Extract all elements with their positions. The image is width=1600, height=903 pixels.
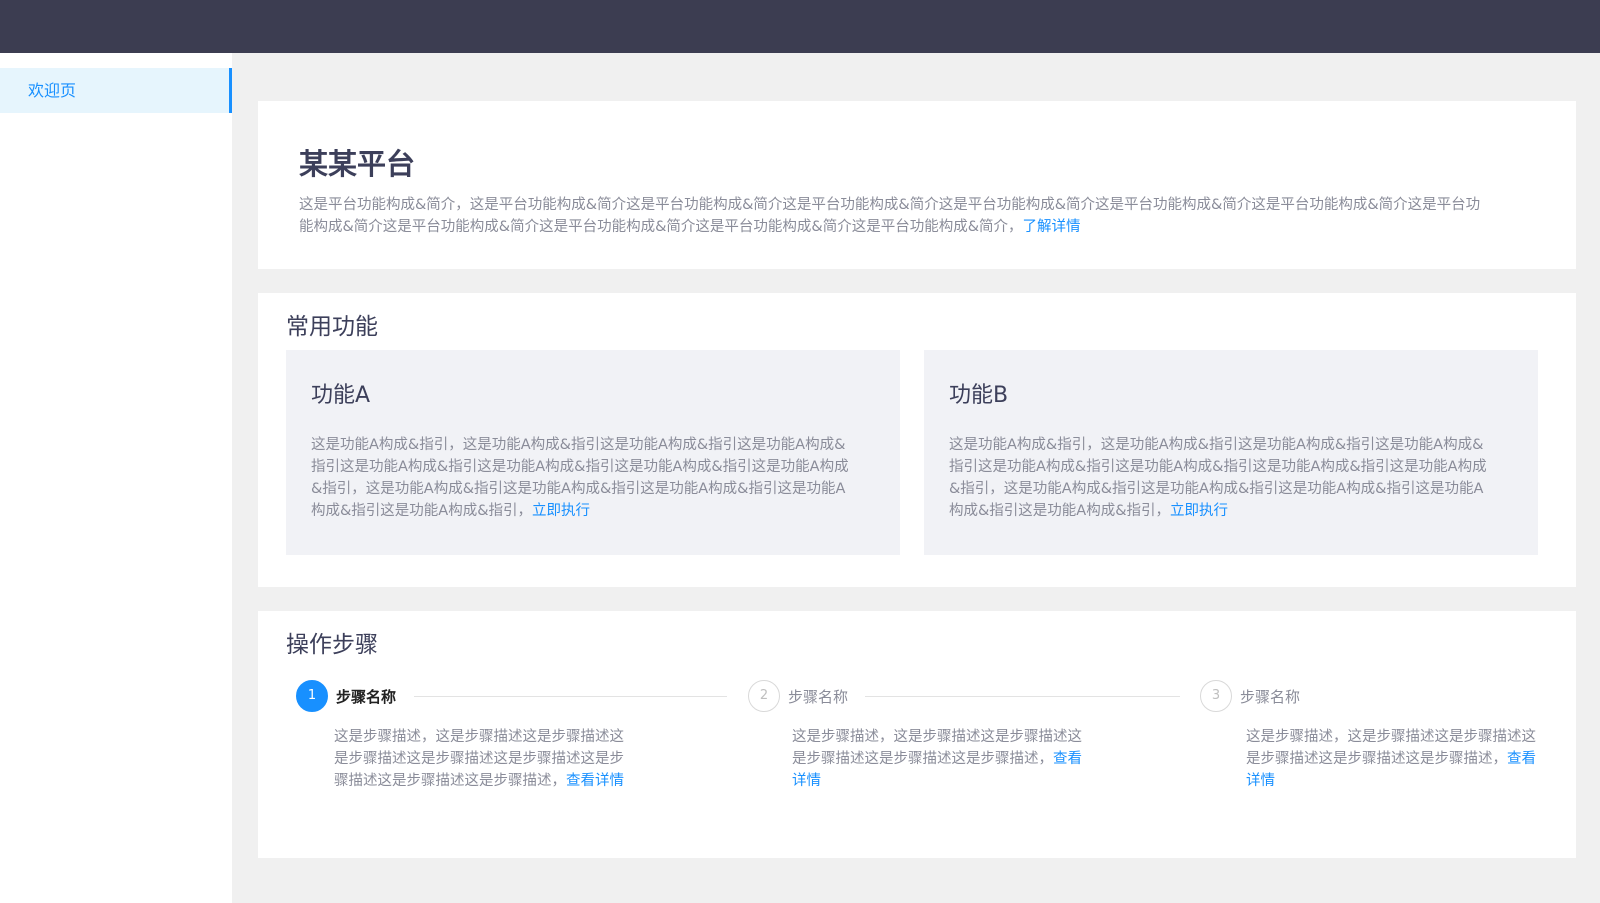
section-title-steps: 操作步骤: [286, 632, 378, 658]
execute-now-link[interactable]: 立即执行: [532, 503, 590, 519]
view-details-link[interactable]: 查看详情: [566, 773, 624, 789]
step-number-badge: 1: [296, 680, 328, 712]
learn-more-link[interactable]: 了解详情: [1023, 219, 1081, 235]
page-title: 某某平台: [299, 147, 416, 181]
step-text: 这是步骤描述，这是步骤描述这是步骤描述这是步骤描述这是步骤描述这是步骤描述，: [1246, 729, 1536, 767]
step-description: 这是步骤描述，这是步骤描述这是步骤描述这是步骤描述这是步骤描述这是步骤描述，查看…: [1246, 726, 1536, 792]
function-card-description: 这是功能A构成&指引，这是功能A构成&指引这是功能A构成&指引这是功能A构成&指…: [311, 434, 856, 522]
function-card-a: 功能A 这是功能A构成&指引，这是功能A构成&指引这是功能A构成&指引这是功能A…: [286, 350, 900, 555]
step-description: 这是步骤描述，这是步骤描述这是步骤描述这是步骤描述这是步骤描述这是步骤描述这是步…: [334, 726, 624, 792]
step-name: 步骤名称: [788, 688, 849, 706]
execute-now-link[interactable]: 立即执行: [1170, 503, 1228, 519]
intro-card: 某某平台 这是平台功能构成&简介，这是平台功能构成&简介这是平台功能构成&简介这…: [258, 101, 1576, 269]
intro-description: 这是平台功能构成&简介，这是平台功能构成&简介这是平台功能构成&简介这是平台功能…: [299, 194, 1494, 238]
sidebar-item-welcome[interactable]: 欢迎页: [0, 68, 232, 113]
step-connector-line: [865, 696, 1180, 697]
common-functions-card: 常用功能 功能A 这是功能A构成&指引，这是功能A构成&指引这是功能A构成&指引…: [258, 293, 1576, 587]
step-connector-line: [414, 696, 727, 697]
step-number-badge: 2: [748, 680, 780, 712]
intro-text: 这是平台功能构成&简介，这是平台功能构成&简介这是平台功能构成&简介这是平台功能…: [299, 197, 1481, 235]
sidebar: 欢迎页: [0, 53, 232, 903]
function-card-title: 功能A: [311, 383, 371, 408]
top-bar: [0, 0, 1600, 53]
step-text: 这是步骤描述，这是步骤描述这是步骤描述这是步骤描述这是步骤描述这是步骤描述，: [792, 729, 1082, 767]
step-number-badge: 3: [1200, 680, 1232, 712]
step-name: 步骤名称: [1240, 688, 1301, 706]
step-name: 步骤名称: [336, 688, 397, 706]
section-title-functions: 常用功能: [286, 314, 378, 340]
function-card-description: 这是功能A构成&指引，这是功能A构成&指引这是功能A构成&指引这是功能A构成&指…: [949, 434, 1494, 522]
main-content: 某某平台 这是平台功能构成&简介，这是平台功能构成&简介这是平台功能构成&简介这…: [232, 53, 1600, 903]
operation-steps-card: 操作步骤 1 步骤名称 这是步骤描述，这是步骤描述这是步骤描述这是步骤描述这是步…: [258, 611, 1576, 858]
step-description: 这是步骤描述，这是步骤描述这是步骤描述这是步骤描述这是步骤描述这是步骤描述，查看…: [792, 726, 1082, 792]
function-card-b: 功能B 这是功能A构成&指引，这是功能A构成&指引这是功能A构成&指引这是功能A…: [924, 350, 1538, 555]
function-card-title: 功能B: [949, 383, 1009, 408]
